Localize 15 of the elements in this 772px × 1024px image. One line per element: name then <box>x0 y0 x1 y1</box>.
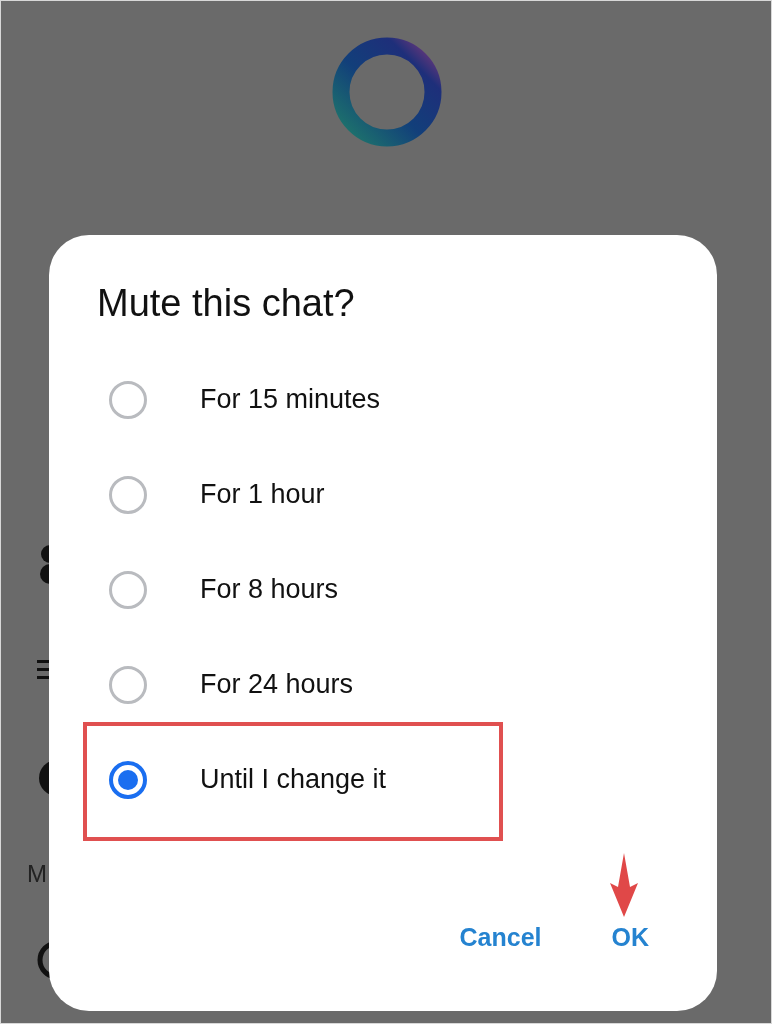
radio-option[interactable]: For 1 hour <box>49 447 717 542</box>
radio-button[interactable] <box>109 570 147 609</box>
section-label: M <box>27 860 47 888</box>
dialog-title: Mute this chat? <box>96 281 356 326</box>
cancel-button[interactable]: Cancel <box>457 917 544 957</box>
ok-button[interactable]: OK <box>609 917 651 957</box>
radio-option[interactable]: For 15 minutes <box>49 352 717 447</box>
radio-button[interactable] <box>109 760 147 799</box>
radio-button[interactable] <box>109 380 147 419</box>
radio-option[interactable]: For 24 hours <box>49 637 717 732</box>
radio-button[interactable] <box>109 475 147 514</box>
arrow-annotation <box>609 853 639 917</box>
radio-button[interactable] <box>109 665 147 704</box>
radio-option[interactable]: For 8 hours <box>49 542 717 637</box>
radio-option[interactable]: Until I change it <box>49 732 717 827</box>
